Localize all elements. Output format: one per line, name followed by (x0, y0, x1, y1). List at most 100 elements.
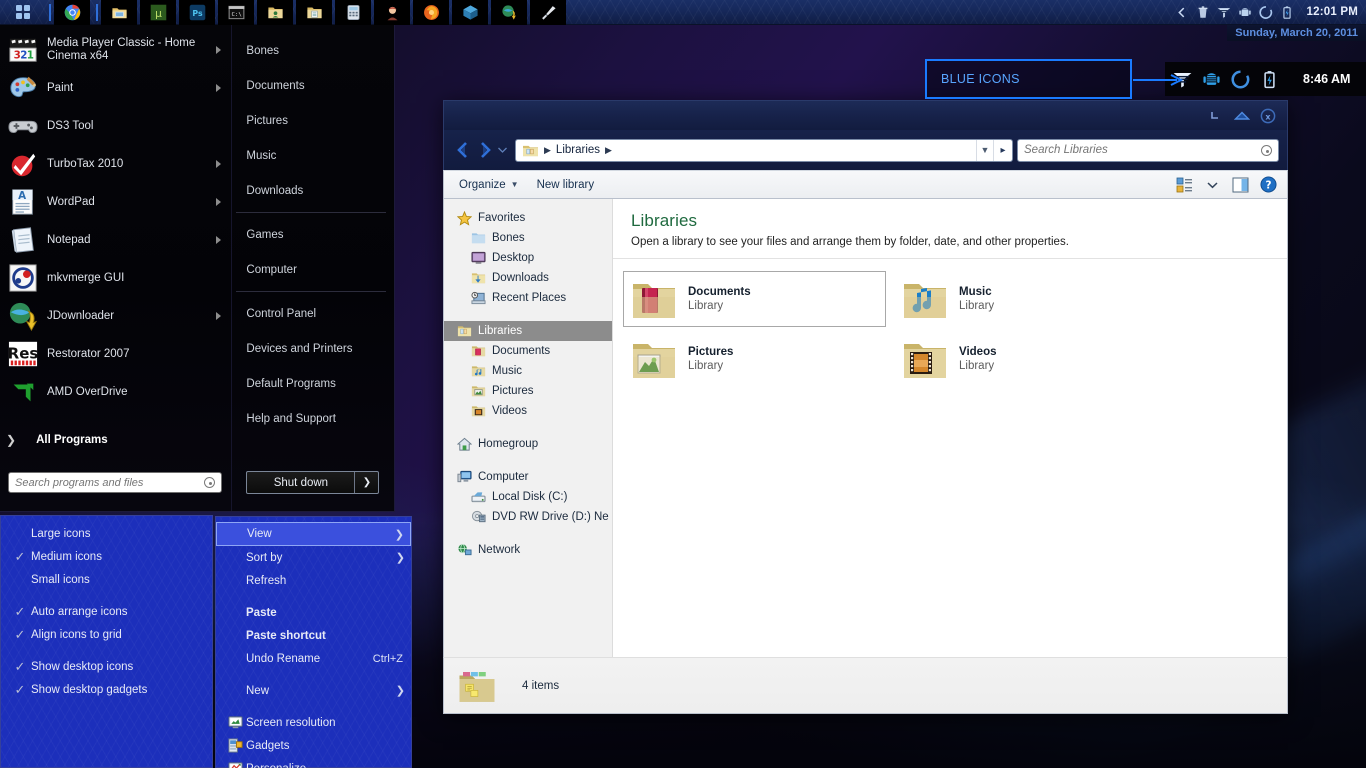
start-item-turbotax[interactable]: TurboTax 2010 (0, 145, 231, 183)
start-place-devices-printers[interactable]: Devices and Printers (232, 331, 394, 366)
navpane-item-recent-places[interactable]: Recent Places (444, 288, 612, 308)
battery-icon[interactable] (1260, 70, 1279, 89)
start-item-jdownloader[interactable]: JDownloader (0, 297, 231, 335)
taskbar-folder-user-icon[interactable] (257, 0, 293, 25)
view-option-large-icons[interactable]: Large icons (1, 522, 212, 545)
taskbar-clock[interactable]: 12:01 PM (1307, 6, 1358, 18)
start-place-bones[interactable]: Bones (232, 33, 394, 68)
context-item-gadgets[interactable]: Gadgets (216, 734, 411, 757)
preview-pane-button[interactable] (1227, 174, 1253, 196)
context-item-paste-shortcut[interactable]: Paste shortcut (216, 624, 411, 647)
start-item-notepad[interactable]: Notepad (0, 221, 231, 259)
new-library-button[interactable]: New library (528, 174, 604, 196)
taskbar-chrome-icon[interactable] (54, 0, 90, 25)
navpane-item-computer[interactable]: Computer (444, 467, 612, 487)
navpane-item-music[interactable]: Music (444, 361, 612, 381)
recent-pages-button[interactable] (496, 139, 509, 161)
refresh-button[interactable]: ▸ (993, 139, 1012, 161)
view-option-auto-arrange[interactable]: ✓ Auto arrange icons (1, 600, 212, 623)
taskbar-photoshop-icon[interactable]: Ps (179, 0, 215, 25)
taskbar-person-icon[interactable] (374, 0, 410, 25)
navpane-item-local-disk-c[interactable]: Local Disk (C:) (444, 487, 612, 507)
battery-icon[interactable] (1280, 5, 1294, 20)
android-icon[interactable] (1202, 70, 1221, 89)
start-place-games[interactable]: Games (232, 217, 394, 252)
start-place-control-panel[interactable]: Control Panel (232, 296, 394, 331)
address-dropdown-button[interactable]: ▼ (976, 139, 993, 161)
taskbar-explorer-icon[interactable] (101, 0, 137, 25)
context-item-refresh[interactable]: Refresh (216, 569, 411, 592)
navpane-item-favorites[interactable]: Favorites (444, 208, 612, 228)
all-programs-button[interactable]: ❯ All Programs (0, 426, 232, 454)
navpane-item-homegroup[interactable]: Homegroup (444, 434, 612, 454)
action-center-icon[interactable] (1258, 5, 1273, 20)
view-option-align-grid[interactable]: ✓ Align icons to grid (1, 623, 212, 646)
back-button[interactable] (452, 139, 474, 161)
start-item-ds3tool[interactable]: DS3 Tool (0, 107, 231, 145)
start-place-computer[interactable]: Computer (232, 252, 394, 287)
shutdown-options-arrow-icon[interactable]: ❯ (354, 472, 378, 493)
android-icon[interactable] (1238, 5, 1252, 20)
start-item-paint[interactable]: Paint (0, 69, 231, 107)
network-icon[interactable] (1217, 5, 1231, 20)
library-tile-pictures[interactable]: Pictures Library (623, 331, 886, 387)
navpane-item-pictures[interactable]: Pictures (444, 381, 612, 401)
start-button[interactable] (0, 0, 46, 25)
context-item-new[interactable]: New ❯ (216, 679, 411, 702)
navpane-item-desktop[interactable]: Desktop (444, 248, 612, 268)
context-item-sort-by[interactable]: Sort by ❯ (216, 546, 411, 569)
navpane-item-bones[interactable]: Bones (444, 228, 612, 248)
start-place-music[interactable]: Music (232, 138, 394, 173)
view-option-medium-icons[interactable]: ✓ Medium icons (1, 545, 212, 568)
organize-button[interactable]: Organize ▼ (450, 174, 528, 196)
start-item-wordpad[interactable]: A WordPad (0, 183, 231, 221)
context-item-undo-rename[interactable]: Undo Rename Ctrl+Z (216, 647, 411, 670)
context-item-view[interactable]: View ❯ (216, 522, 411, 546)
view-option-small-icons[interactable]: Small icons (1, 568, 212, 591)
change-view-button[interactable] (1171, 174, 1197, 196)
close-button[interactable]: x (1255, 106, 1281, 125)
taskbar-jdownloader-icon[interactable] (491, 0, 527, 25)
taskbar-cube-icon[interactable] (452, 0, 488, 25)
taskbar-utorrent-icon[interactable]: μ (140, 0, 176, 25)
recycle-bin-icon[interactable] (1196, 5, 1210, 20)
library-tile-music[interactable]: Music Library (894, 271, 1157, 327)
context-item-personalize[interactable]: Personalize (216, 757, 411, 768)
help-button[interactable]: ? (1255, 174, 1281, 196)
maximize-button[interactable] (1229, 106, 1255, 125)
taskbar-firefox-icon[interactable] (413, 0, 449, 25)
show-hidden-icons-icon[interactable] (1175, 5, 1189, 20)
view-option-show-desktop-gadgets[interactable]: ✓ Show desktop gadgets (1, 678, 212, 701)
view-dropdown-button[interactable] (1199, 174, 1225, 196)
context-item-screen-resolution[interactable]: Screen resolution (216, 711, 411, 734)
forward-button[interactable] (474, 139, 496, 161)
start-place-help-support[interactable]: Help and Support (232, 401, 394, 436)
taskbar-paint-tool-icon[interactable] (530, 0, 566, 25)
start-place-documents[interactable]: Documents (232, 68, 394, 103)
navpane-item-videos[interactable]: Videos (444, 401, 612, 421)
start-search-input[interactable] (15, 476, 204, 489)
start-item-restorator[interactable]: Res Restorator 2007 (0, 335, 231, 373)
navpane-item-downloads[interactable]: Downloads (444, 268, 612, 288)
start-item-mpc[interactable]: 3 2 1 Media Player Classic - Home Cinema… (0, 31, 231, 69)
context-item-paste[interactable]: Paste (216, 601, 411, 624)
start-item-mkvmerge[interactable]: mkvmerge GUI (0, 259, 231, 297)
navpane-item-network[interactable]: Network (444, 540, 612, 560)
breadcrumb-libraries[interactable]: Libraries (553, 144, 603, 156)
taskbar-calculator-icon[interactable] (335, 0, 371, 25)
library-tile-videos[interactable]: Videos Library (894, 331, 1157, 387)
start-search-box[interactable] (8, 472, 222, 493)
start-item-amd-overdrive[interactable]: AMD OverDrive (0, 373, 231, 411)
taskbar-folder-documents-icon[interactable] (296, 0, 332, 25)
navpane-item-libraries[interactable]: Libraries (444, 321, 612, 341)
explorer-search-box[interactable] (1017, 138, 1279, 162)
shutdown-button[interactable]: Shut down ❯ (246, 471, 380, 494)
explorer-search-input[interactable] (1024, 144, 1261, 156)
navpane-item-documents[interactable]: Documents (444, 341, 612, 361)
navpane-item-dvd-drive-d[interactable]: DVD RW Drive (D:) Ne (444, 507, 612, 527)
start-place-pictures[interactable]: Pictures (232, 103, 394, 138)
minimize-button[interactable] (1203, 106, 1229, 125)
library-tile-documents[interactable]: Documents Library (623, 271, 886, 327)
start-place-downloads[interactable]: Downloads (232, 173, 394, 208)
taskbar-command-prompt-icon[interactable]: C:\ (218, 0, 254, 25)
